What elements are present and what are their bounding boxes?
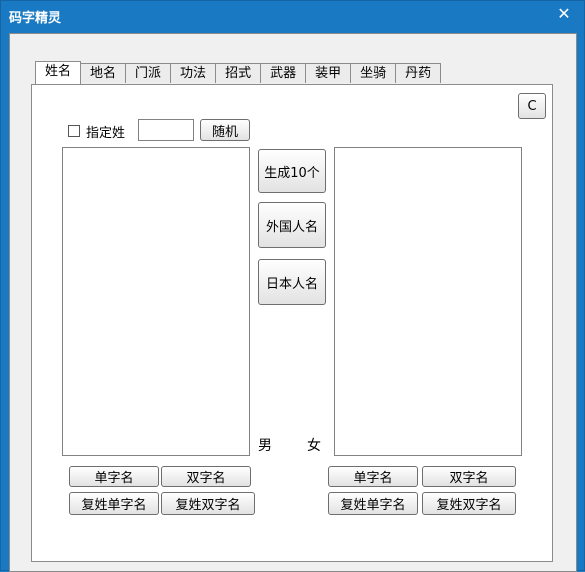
female-names-list[interactable] bbox=[334, 147, 522, 456]
specify-surname-checkbox[interactable] bbox=[68, 125, 80, 137]
specify-surname-label: 指定姓 bbox=[86, 126, 126, 141]
female-label: 女 bbox=[307, 438, 321, 454]
generate-ten-button[interactable]: 生成10个 bbox=[258, 149, 326, 193]
male-single-name-button[interactable]: 单字名 bbox=[69, 466, 159, 487]
female-compound-single-button[interactable]: 复姓单字名 bbox=[328, 492, 418, 515]
app-window: 码字精灵 ✕ 姓名 地名 门派 功法 招式 武器 装甲 坐骑 丹药 C 指定姓 … bbox=[0, 0, 585, 572]
tab-move[interactable]: 招式 bbox=[215, 63, 262, 83]
tab-strip: 姓名 地名 门派 功法 招式 武器 装甲 坐骑 丹药 bbox=[35, 61, 442, 85]
c-button[interactable]: C bbox=[518, 93, 546, 119]
close-icon[interactable]: ✕ bbox=[554, 4, 574, 24]
japanese-names-button[interactable]: 日本人名 bbox=[258, 259, 326, 305]
surname-input[interactable] bbox=[138, 119, 194, 141]
male-names-list[interactable] bbox=[62, 147, 250, 456]
male-double-name-button[interactable]: 双字名 bbox=[161, 466, 251, 487]
tab-technique[interactable]: 功法 bbox=[170, 63, 217, 83]
male-compound-single-button[interactable]: 复姓单字名 bbox=[69, 492, 159, 515]
random-button[interactable]: 随机 bbox=[200, 119, 250, 141]
female-double-name-button[interactable]: 双字名 bbox=[422, 466, 516, 487]
tab-armor[interactable]: 装甲 bbox=[305, 63, 352, 83]
tab-elixir[interactable]: 丹药 bbox=[395, 63, 442, 83]
tab-weapon[interactable]: 武器 bbox=[260, 63, 307, 83]
male-compound-double-button[interactable]: 复姓双字名 bbox=[161, 492, 255, 515]
male-label: 男 bbox=[258, 438, 272, 454]
tab-sect[interactable]: 门派 bbox=[125, 63, 172, 83]
female-single-name-button[interactable]: 单字名 bbox=[328, 466, 418, 487]
female-compound-double-button[interactable]: 复姓双字名 bbox=[422, 492, 516, 515]
tab-place[interactable]: 地名 bbox=[80, 63, 127, 83]
tab-surname[interactable]: 姓名 bbox=[35, 61, 82, 84]
tab-mount[interactable]: 坐骑 bbox=[350, 63, 397, 83]
window-title: 码字精灵 bbox=[9, 11, 62, 26]
foreign-names-button[interactable]: 外国人名 bbox=[258, 202, 326, 248]
tab-panel-surname: C 指定姓 随机 生成10个 外国人名 日本人名 男 女 单字名 双字名 复姓单… bbox=[31, 84, 553, 562]
